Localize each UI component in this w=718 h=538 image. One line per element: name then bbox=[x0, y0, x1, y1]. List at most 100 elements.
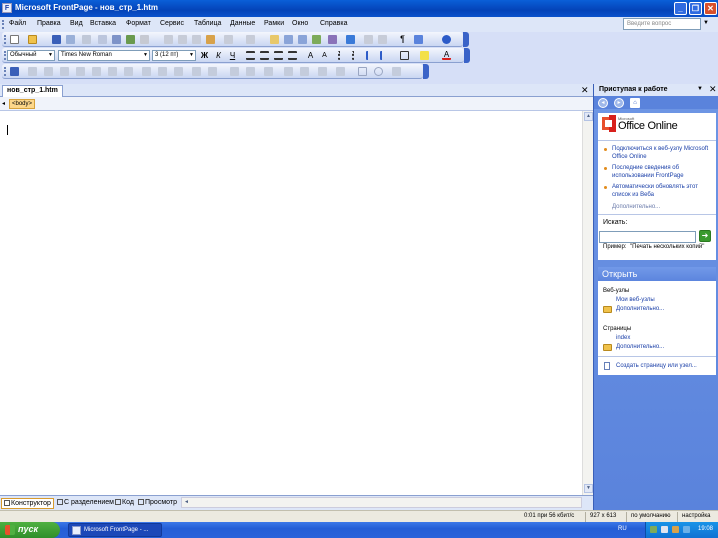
toolbar-options-button[interactable] bbox=[423, 64, 429, 79]
align-right-icon[interactable] bbox=[274, 51, 283, 60]
tray-app-icon[interactable] bbox=[683, 526, 690, 533]
align-center-icon[interactable] bbox=[260, 51, 269, 60]
tab-code[interactable]: Код bbox=[113, 498, 136, 509]
insert-layout-icon[interactable] bbox=[298, 35, 307, 44]
page-size[interactable]: 927 x 613 bbox=[590, 513, 616, 519]
menu-grip[interactable] bbox=[2, 20, 4, 29]
copy-icon[interactable] bbox=[178, 35, 187, 44]
index-page-link[interactable]: index bbox=[616, 334, 630, 342]
spelling-icon[interactable] bbox=[126, 35, 135, 44]
insert-layer-icon[interactable] bbox=[270, 35, 279, 44]
network-icon[interactable] bbox=[650, 526, 657, 533]
link-connect-office-online[interactable]: Подключиться к веб-узлу Microsoft Office… bbox=[612, 145, 712, 161]
link-latest-news[interactable]: Последние сведения об использовании Fron… bbox=[612, 164, 712, 180]
code-snippet-icon[interactable] bbox=[414, 35, 423, 44]
highlight-icon[interactable] bbox=[420, 51, 429, 60]
tab-document[interactable]: нов_стр_1.htm bbox=[2, 85, 63, 97]
menu-window[interactable]: Окно bbox=[292, 20, 308, 27]
font-color-icon[interactable]: A bbox=[442, 51, 451, 60]
format-painter-icon[interactable] bbox=[206, 35, 215, 44]
toolbar-grip[interactable] bbox=[4, 67, 6, 76]
undo-icon[interactable] bbox=[224, 35, 233, 44]
vertical-scrollbar[interactable]: ▲ ▼ bbox=[582, 111, 593, 495]
font-select[interactable]: Times New Roman ▼ bbox=[58, 50, 150, 61]
minimize-button[interactable]: _ bbox=[674, 2, 687, 15]
borders-icon[interactable] bbox=[400, 51, 409, 60]
drawing-icon[interactable] bbox=[328, 35, 337, 44]
menu-edit[interactable]: Правка bbox=[37, 20, 61, 27]
menu-view[interactable]: Вид bbox=[70, 20, 83, 27]
bold-icon[interactable]: Ж bbox=[200, 51, 209, 60]
back-icon[interactable]: ◂ bbox=[598, 98, 608, 108]
more-link-1[interactable]: Дополнительно... bbox=[612, 204, 660, 210]
toolbar-options-button[interactable] bbox=[464, 48, 470, 63]
toolbar-grip[interactable] bbox=[4, 35, 6, 44]
forward-icon[interactable]: ▸ bbox=[614, 98, 624, 108]
refresh-icon[interactable] bbox=[364, 35, 373, 44]
underline-icon[interactable]: Ч bbox=[228, 51, 237, 60]
print-icon[interactable] bbox=[98, 35, 107, 44]
justify-icon[interactable] bbox=[288, 51, 297, 60]
volume-icon[interactable] bbox=[661, 526, 668, 533]
maximize-button[interactable]: ❐ bbox=[689, 2, 702, 15]
tab-split[interactable]: С разделением bbox=[55, 498, 116, 509]
new-page-icon[interactable] bbox=[10, 35, 19, 44]
menu-data[interactable]: Данные bbox=[230, 20, 255, 27]
clock[interactable]: 19:08 bbox=[698, 526, 713, 532]
language-indicator[interactable]: RU bbox=[618, 526, 627, 532]
toolbar-grip[interactable] bbox=[4, 51, 6, 60]
taskbar-item-frontpage[interactable]: Microsoft FrontPage - ... bbox=[68, 523, 162, 537]
design-canvas[interactable] bbox=[0, 111, 582, 495]
redo-icon[interactable] bbox=[246, 35, 255, 44]
table-icon[interactable] bbox=[10, 67, 19, 76]
decrease-indent-icon[interactable] bbox=[366, 51, 375, 60]
tab-preview[interactable]: Просмотр bbox=[136, 498, 179, 509]
increase-indent-icon[interactable] bbox=[380, 51, 389, 60]
publish-icon[interactable] bbox=[66, 35, 75, 44]
italic-icon[interactable]: К bbox=[214, 51, 223, 60]
menu-help[interactable]: Справка bbox=[320, 20, 347, 27]
tab-design[interactable]: Конструктор bbox=[1, 498, 54, 509]
open-icon[interactable] bbox=[28, 35, 37, 44]
custom-mode[interactable]: настройка bbox=[682, 513, 711, 519]
chevron-down-icon[interactable]: ▼ bbox=[697, 86, 703, 92]
chevron-left-icon[interactable]: ◂ bbox=[2, 100, 5, 107]
find-icon[interactable] bbox=[140, 35, 149, 44]
search-input[interactable] bbox=[599, 231, 696, 243]
close-document-icon[interactable]: ✕ bbox=[581, 85, 589, 96]
close-task-pane-icon[interactable]: ✕ bbox=[709, 84, 717, 95]
hyperlink-icon[interactable] bbox=[346, 35, 355, 44]
body-tag-button[interactable]: <body> bbox=[9, 99, 36, 109]
scroll-down-icon[interactable]: ▼ bbox=[584, 484, 593, 493]
scroll-left-icon[interactable]: ◄ bbox=[184, 499, 189, 505]
insert-table-icon[interactable] bbox=[284, 35, 293, 44]
menu-format[interactable]: Формат bbox=[126, 20, 151, 27]
more-pages-link[interactable]: Дополнительно... bbox=[616, 343, 664, 351]
web-site-icon[interactable] bbox=[82, 35, 91, 44]
my-web-sites-link[interactable]: Мои веб-узлы bbox=[616, 296, 655, 304]
increase-font-icon[interactable]: A bbox=[306, 51, 315, 60]
home-icon[interactable]: ⌂ bbox=[630, 98, 640, 108]
more-web-sites-link[interactable]: Дополнительно... bbox=[616, 305, 664, 313]
link-auto-update[interactable]: Автоматически обновлять этот список из В… bbox=[612, 183, 712, 199]
stop-icon[interactable] bbox=[378, 35, 387, 44]
help-search-input[interactable]: Введите вопрос bbox=[623, 18, 701, 30]
align-left-icon[interactable] bbox=[246, 51, 255, 60]
toolbar-options-button[interactable] bbox=[463, 32, 469, 47]
horizontal-scrollbar[interactable]: ◄ bbox=[181, 497, 582, 508]
start-button[interactable]: пуск bbox=[0, 522, 60, 538]
bullets-icon[interactable] bbox=[352, 51, 361, 60]
scroll-up-icon[interactable]: ▲ bbox=[584, 112, 593, 121]
task-pane-title[interactable]: Приступая к работе bbox=[599, 86, 668, 93]
font-size-select[interactable]: 3 (12 пт) ▼ bbox=[152, 50, 196, 61]
save-icon[interactable] bbox=[52, 35, 61, 44]
decrease-font-icon[interactable]: A bbox=[320, 51, 329, 60]
cut-icon[interactable] bbox=[164, 35, 173, 44]
paragraph-marks-icon[interactable]: ¶ bbox=[398, 35, 407, 44]
security-icon[interactable] bbox=[672, 526, 679, 533]
help-icon[interactable] bbox=[442, 35, 451, 44]
menu-frames[interactable]: Рамки bbox=[264, 20, 284, 27]
paste-icon[interactable] bbox=[192, 35, 201, 44]
menu-table[interactable]: Таблица bbox=[194, 20, 221, 27]
close-button[interactable]: ✕ bbox=[704, 2, 717, 15]
